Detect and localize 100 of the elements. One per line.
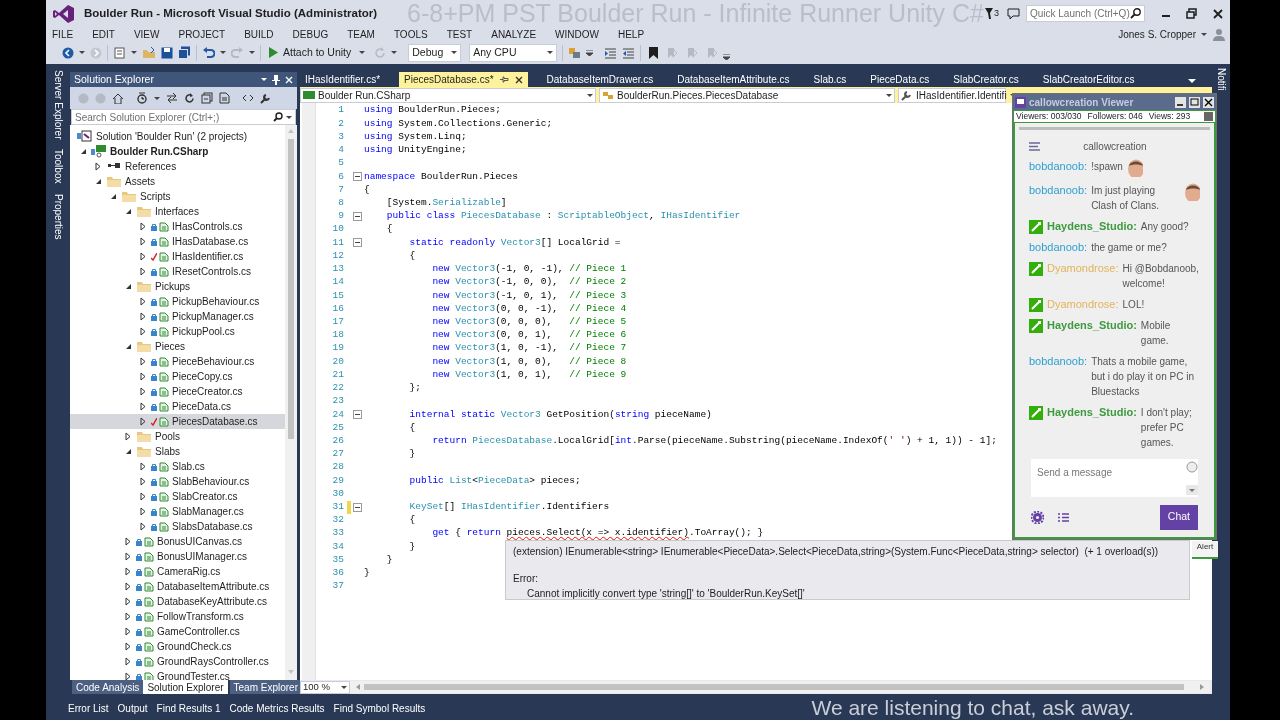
expanded-arrow-icon[interactable] [124, 207, 133, 216]
home-icon[interactable] [112, 92, 124, 104]
menu-item[interactable]: ANALYZE [491, 26, 537, 42]
menu-item[interactable]: FILE [52, 26, 74, 42]
expanded-arrow-icon[interactable] [94, 177, 103, 186]
collapsed-arrow-icon[interactable] [124, 597, 133, 606]
open-folder-icon[interactable] [142, 46, 156, 59]
menu-item[interactable]: WINDOW [555, 26, 599, 42]
tool-window-tab[interactable]: Output [117, 700, 148, 716]
expanded-arrow-icon[interactable] [79, 147, 88, 156]
attach-to-unity-button[interactable]: Attach to Unity [266, 43, 355, 62]
panel-tab[interactable]: Solution Explorer [143, 680, 228, 694]
show-all-files-icon[interactable] [219, 92, 230, 104]
tree-item[interactable]: References [70, 159, 285, 174]
minimize-icon[interactable] [1175, 96, 1186, 108]
tree-item[interactable]: CameraRig.cs [70, 564, 285, 579]
collapsed-arrow-icon[interactable] [139, 327, 148, 336]
outdent-icon[interactable] [622, 46, 636, 59]
message-input-field[interactable]: Send a message [1031, 459, 1198, 497]
collapsed-arrow-icon[interactable] [124, 432, 133, 441]
caret-icon[interactable] [359, 51, 366, 54]
tree-item[interactable]: Interfaces [70, 204, 285, 219]
overflow-icon[interactable] [723, 53, 731, 60]
new-project-icon[interactable] [113, 46, 126, 59]
collapsed-arrow-icon[interactable] [139, 492, 148, 501]
side-panel-tab[interactable]: Toolbox [50, 149, 66, 184]
collapsed-arrow-icon[interactable] [139, 237, 148, 246]
indent-icon[interactable] [604, 46, 618, 59]
collapsed-arrow-icon[interactable] [139, 477, 148, 486]
restore-icon[interactable] [1185, 8, 1197, 19]
expanded-arrow-icon[interactable] [124, 447, 133, 456]
editor-tab[interactable]: IHasIdentifier.cs* [300, 72, 386, 87]
tree-item[interactable]: IHasIdentifier.cs [70, 249, 285, 264]
tree-item[interactable]: GroundCheck.cs [70, 639, 285, 654]
collapsed-arrow-icon[interactable] [139, 372, 148, 381]
tree-item[interactable]: IHasControls.cs [70, 219, 285, 234]
tree-item[interactable]: GroundTester.cs [70, 669, 285, 680]
menu-icon[interactable] [1029, 141, 1040, 151]
scroll-down-icon[interactable] [1186, 485, 1198, 495]
wrench-icon[interactable] [260, 92, 271, 104]
side-panel-tab[interactable]: Server Explorer [50, 70, 66, 140]
collapsed-arrow-icon[interactable] [139, 417, 148, 426]
menu-item[interactable]: VIEW [133, 26, 160, 42]
tree-item[interactable]: IResetControls.cs [70, 264, 285, 279]
tree-item[interactable]: SlabManager.cs [70, 504, 285, 519]
collapsed-arrow-icon[interactable] [124, 657, 133, 666]
collapsed-arrow-icon[interactable] [139, 522, 148, 531]
tree-item[interactable]: Scripts [70, 189, 285, 204]
collapse-icon[interactable] [353, 502, 362, 512]
collapsed-arrow-icon[interactable] [124, 582, 133, 591]
side-panel-tab[interactable]: Notifi [1213, 68, 1229, 91]
caret-icon[interactable] [154, 96, 160, 100]
editor-tab[interactable]: Slab.cs [808, 72, 852, 87]
tree-item[interactable]: IHasDatabase.cs [70, 234, 285, 249]
collapse-all-icon[interactable] [201, 92, 213, 104]
collapse-icon[interactable] [353, 238, 362, 248]
pin-icon[interactable] [272, 74, 280, 85]
tree-item[interactable]: DatabaseItemAttribute.cs [70, 579, 285, 594]
close-icon[interactable] [1203, 96, 1214, 108]
quick-launch-field[interactable]: Quick Launch (Ctrl+Q) [1025, 5, 1145, 22]
tree-item[interactable]: SlabCreator.cs [70, 489, 285, 504]
collapse-icon[interactable] [353, 211, 362, 221]
tree-item[interactable]: BonusUIManager.cs [70, 549, 285, 564]
panel-tab[interactable]: Team Explorer [229, 680, 302, 694]
editor-tab[interactable]: SlabCreator.cs [948, 72, 1024, 87]
expanded-arrow-icon[interactable] [124, 342, 133, 351]
menu-item[interactable]: EDIT [92, 26, 115, 42]
navigation-dropdown[interactable]: Boulder Run.CSharp [300, 88, 596, 103]
tree-item[interactable]: GroundRaysController.cs [70, 654, 285, 669]
chat-send-button[interactable]: Chat [1159, 504, 1198, 530]
tree-item[interactable]: FollowTransform.cs [70, 609, 285, 624]
collapsed-arrow-icon[interactable] [124, 627, 133, 636]
panel-tab[interactable]: Code Analysis [72, 680, 144, 694]
tree-item[interactable]: PickupManager.cs [70, 309, 285, 324]
collapse-icon[interactable] [353, 410, 362, 420]
caret-icon[interactable] [249, 51, 255, 54]
editor-tab[interactable]: SlabCreatorEditor.cs [1037, 72, 1140, 87]
comment-icon[interactable] [1006, 7, 1020, 20]
caret-icon[interactable] [220, 51, 226, 54]
expanded-arrow-icon[interactable] [124, 282, 133, 291]
caret-icon[interactable] [79, 51, 85, 54]
collapsed-arrow-icon[interactable] [139, 507, 148, 516]
tree-item[interactable]: PickupBehaviour.cs [70, 294, 285, 309]
back-icon[interactable] [62, 46, 74, 59]
menu-item[interactable]: BUILD [244, 26, 274, 42]
navigation-dropdown[interactable]: BoulderRun.Pieces.PiecesDatabase [599, 88, 895, 103]
find-icon[interactable] [568, 46, 582, 59]
editor-tab[interactable]: PieceData.cs [865, 72, 935, 87]
collapsed-arrow-icon[interactable] [124, 537, 133, 546]
undo-icon[interactable] [202, 46, 215, 59]
view-code-icon[interactable] [242, 94, 254, 102]
user-name[interactable]: Jones S. Cropper [1118, 26, 1196, 42]
menu-item[interactable]: HELP [617, 26, 645, 42]
collapsed-arrow-icon[interactable] [139, 267, 148, 276]
tool-window-tab[interactable]: Find Symbol Results [333, 700, 426, 716]
menu-item[interactable]: TEST [446, 26, 473, 42]
collapsed-arrow-icon[interactable] [139, 252, 148, 261]
collapsed-arrow-icon[interactable] [139, 387, 148, 396]
tree-item[interactable]: GameController.cs [70, 624, 285, 639]
tree-item[interactable]: SlabBehaviour.cs [70, 474, 285, 489]
